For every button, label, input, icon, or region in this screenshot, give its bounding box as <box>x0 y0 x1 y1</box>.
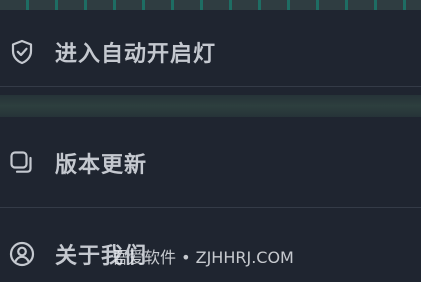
layers-icon <box>8 149 36 177</box>
shield-check-icon <box>8 38 36 66</box>
watermark-text: 吾爱软件 • ZJHHRJ.COM <box>112 248 294 267</box>
divider <box>0 86 421 87</box>
background-band <box>0 95 421 117</box>
menu-item-version-update[interactable]: 版本更新 <box>0 135 421 191</box>
user-circle-icon <box>8 240 36 268</box>
menu-item-label: 进入自动开启灯 <box>55 42 217 67</box>
divider <box>0 207 421 208</box>
menu-item-label: 版本更新 <box>55 153 148 178</box>
top-preview-strip <box>0 0 421 10</box>
menu-item-auto-light[interactable]: 进入自动开启灯 <box>0 24 421 80</box>
